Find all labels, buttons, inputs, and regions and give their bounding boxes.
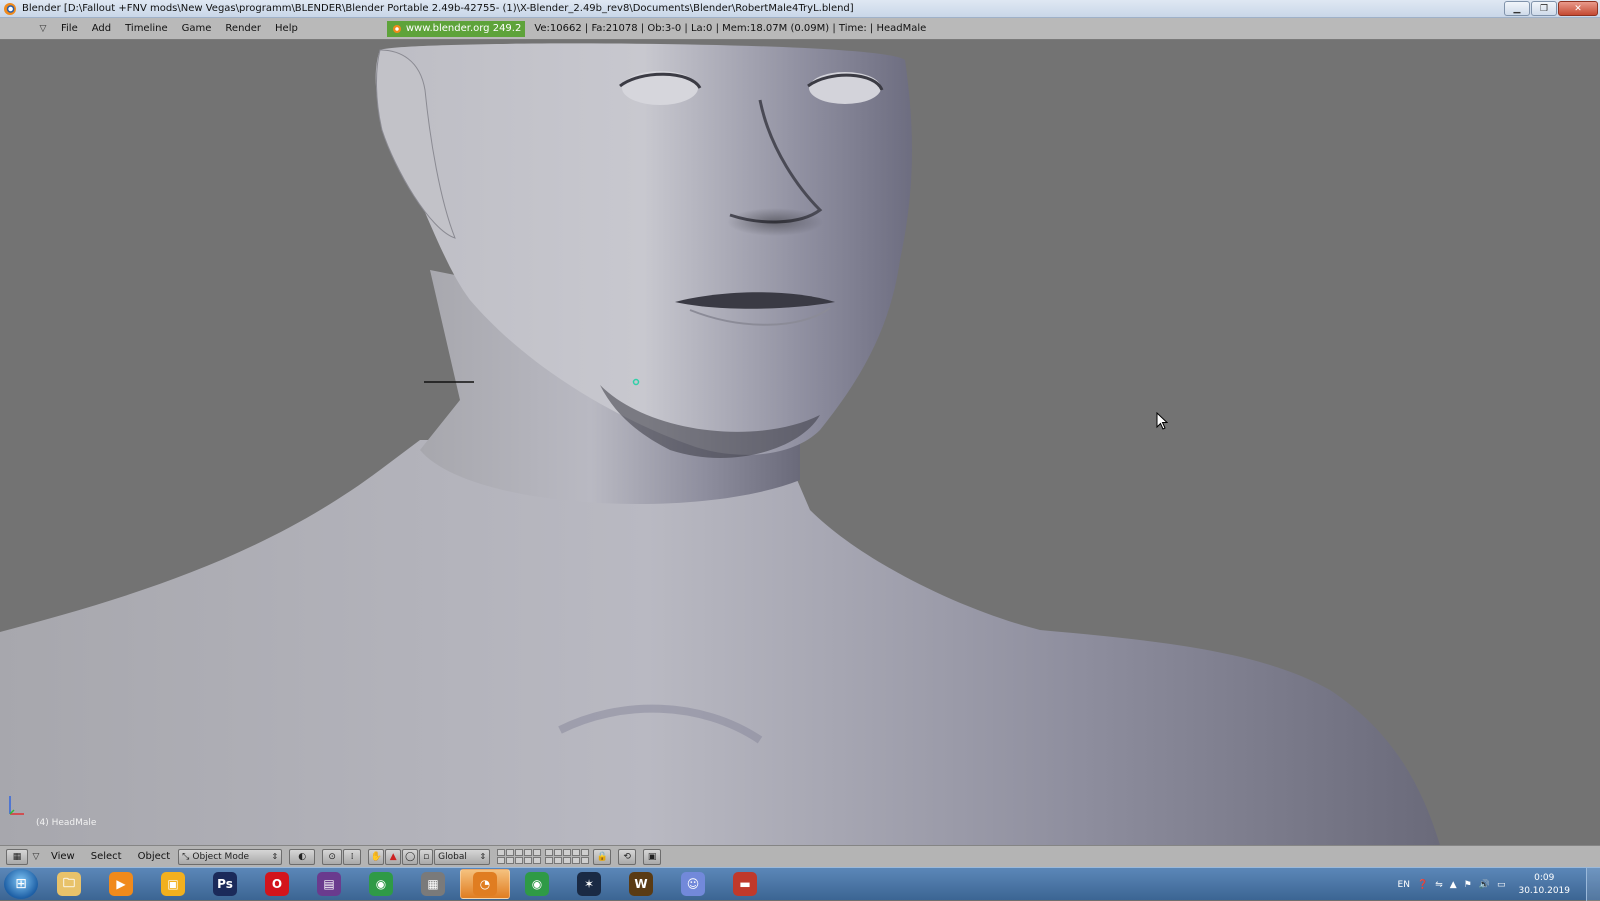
axis-orientation-icon (9, 796, 24, 815)
files-icon: ▣ (161, 872, 185, 896)
manipulator-hand-icon[interactable]: ✋ (368, 848, 385, 865)
blender-website-link[interactable]: www.blender.org 249.2 (386, 20, 526, 37)
menu-object[interactable]: Object (130, 851, 179, 862)
windows-taskbar: ⊞ 🗀 ▶ ▣ Ps O ▤ ◉ ▦ ◔ ◉ ✶ W ☺ ▬ EN ❓ ⇋ ▲ ⚑ 🔊 ▭ 0:09 30… (0, 867, 1600, 901)
manipulator-scale-icon[interactable]: ▫ (419, 848, 434, 865)
menu-timeline[interactable]: Timeline (118, 23, 175, 34)
taskbar-button-files[interactable]: ▣ (148, 869, 198, 899)
header-collapse-icon[interactable]: ▽ (36, 24, 50, 34)
menu-file[interactable]: File (54, 23, 85, 34)
taskbar-button-discord[interactable]: ☺ (668, 869, 718, 899)
winrar-icon: ▤ (317, 872, 341, 896)
orientation-label: Global (438, 851, 467, 862)
window-title-bar: Blender [D:\Fallout +FNV mods\New Vegas\… (0, 0, 1600, 18)
menu-help[interactable]: Help (268, 23, 305, 34)
render-preview-icon[interactable]: ▣ (643, 848, 662, 865)
menu-render[interactable]: Render (218, 23, 268, 34)
archive-icon: ▦ (421, 872, 445, 896)
clock[interactable]: 0:09 30.10.2019 (1518, 872, 1570, 898)
mode-select-label: Object Mode (192, 851, 250, 862)
layer-buttons-left[interactable] (497, 849, 542, 864)
minimize-button[interactable]: ▁ (1504, 1, 1530, 16)
toolbox-icon: ▬ (733, 872, 757, 896)
discord-icon: ☺ (681, 872, 705, 896)
sync-icon[interactable]: ⟲ (618, 848, 637, 865)
opera-icon: O (265, 872, 289, 896)
explorer-icon: 🗀 (57, 872, 81, 896)
chrome-alt-icon: ◉ (525, 872, 549, 896)
show-desktop-button[interactable] (1586, 868, 1600, 901)
window-controls: ▁ ❐ ✕ (1504, 1, 1598, 16)
select-arrows-icon: ⇕ (479, 852, 487, 861)
snap-grid-icon[interactable]: ⁞ (343, 848, 362, 865)
taskbar-apps: 🗀 ▶ ▣ Ps O ▤ ◉ ▦ ◔ ◉ ✶ W ☺ ▬ (44, 869, 772, 899)
mouse-cursor-icon (1156, 412, 1168, 430)
lock-layers-icon[interactable]: 🔒 (593, 848, 612, 865)
active-object-label: (4) HeadMale (36, 818, 97, 828)
chrome-icon: ◉ (369, 872, 393, 896)
blender-logo-icon (392, 24, 401, 33)
monitor-icon[interactable]: ▭ (1497, 880, 1506, 890)
photoshop-icon: Ps (213, 872, 237, 896)
taskbar-button-battlenet[interactable]: ✶ (564, 869, 614, 899)
network-status-icon[interactable]: ⇋ (1435, 880, 1443, 890)
manipulator-rotate-icon[interactable]: ◯ (402, 848, 419, 865)
head-mesh-render (0, 43, 1440, 845)
close-button[interactable]: ✕ (1558, 1, 1598, 16)
layer-buttons-right[interactable] (545, 849, 590, 864)
taskbar-button-chrome-alt[interactable]: ◉ (512, 869, 562, 899)
taskbar-button-archive[interactable]: ▦ (408, 869, 458, 899)
taskbar-button-media-player[interactable]: ▶ (96, 869, 146, 899)
volume-icon[interactable]: 🔊 (1479, 880, 1490, 890)
select-arrows-icon: ⇕ (271, 852, 279, 861)
taskbar-button-toolbox[interactable]: ▬ (720, 869, 770, 899)
object-mode-icon: ⤡ (182, 851, 190, 862)
editor-type-grid-icon[interactable]: ▦ (6, 848, 28, 865)
language-indicator[interactable]: EN (1398, 880, 1410, 890)
taskbar-button-winrar[interactable]: ▤ (304, 869, 354, 899)
clock-time: 0:09 (1534, 872, 1555, 883)
mode-select[interactable]: ⤡ Object Mode ⇕ (178, 848, 283, 865)
menu-game[interactable]: Game (175, 23, 219, 34)
taskbar-button-chrome[interactable]: ◉ (356, 869, 406, 899)
scene-stats: Ve:10662 | Fa:21078 | Ob:3-0 | La:0 | Me… (534, 23, 927, 34)
help-icon[interactable]: ❓ (1417, 880, 1428, 890)
draw-type-icon[interactable]: ◐ (289, 848, 316, 865)
system-tray: EN ❓ ⇋ ▲ ⚑ 🔊 ▭ 0:09 30.10.2019 (1398, 868, 1600, 901)
taskbar-button-wow[interactable]: W (616, 869, 666, 899)
info-header: ▽ File Add Timeline Game Render Help www… (0, 18, 1600, 40)
restore-button[interactable]: ❐ (1531, 1, 1557, 16)
start-button[interactable]: ⊞ (4, 869, 38, 899)
menu-add[interactable]: Add (85, 23, 118, 34)
header-collapse-icon[interactable]: ▽ (29, 852, 43, 862)
menu-select[interactable]: Select (83, 851, 130, 862)
clock-date: 30.10.2019 (1518, 885, 1570, 896)
3d-view-header: ▦ ▽ View Select Object ⤡ Object Mode ⇕ ◐… (0, 845, 1600, 867)
taskbar-button-opera[interactable]: O (252, 869, 302, 899)
orientation-select[interactable]: Global ⇕ (434, 848, 491, 865)
menu-view[interactable]: View (43, 851, 83, 862)
taskbar-button-blender[interactable]: ◔ (460, 869, 510, 899)
blender-link-label: www.blender.org 249.2 (405, 23, 522, 34)
wow-icon: W (629, 872, 653, 896)
action-center-icon[interactable]: ⚑ (1464, 880, 1472, 890)
taskbar-button-photoshop[interactable]: Ps (200, 869, 250, 899)
blender-icon: ◔ (473, 872, 497, 896)
3d-viewport[interactable]: (4) HeadMale (0, 40, 1600, 845)
taskbar-button-explorer[interactable]: 🗀 (44, 869, 94, 899)
window-title: Blender [D:\Fallout +FNV mods\New Vegas\… (22, 3, 854, 14)
show-hidden-icons[interactable]: ▲ (1450, 880, 1457, 890)
manipulator-translate-icon[interactable]: ▲ (385, 848, 402, 865)
pivot-icon[interactable]: ⊙ (322, 848, 343, 865)
blender-app-icon[interactable] (4, 2, 16, 15)
battlenet-icon: ✶ (577, 872, 601, 896)
media-player-icon: ▶ (109, 872, 133, 896)
